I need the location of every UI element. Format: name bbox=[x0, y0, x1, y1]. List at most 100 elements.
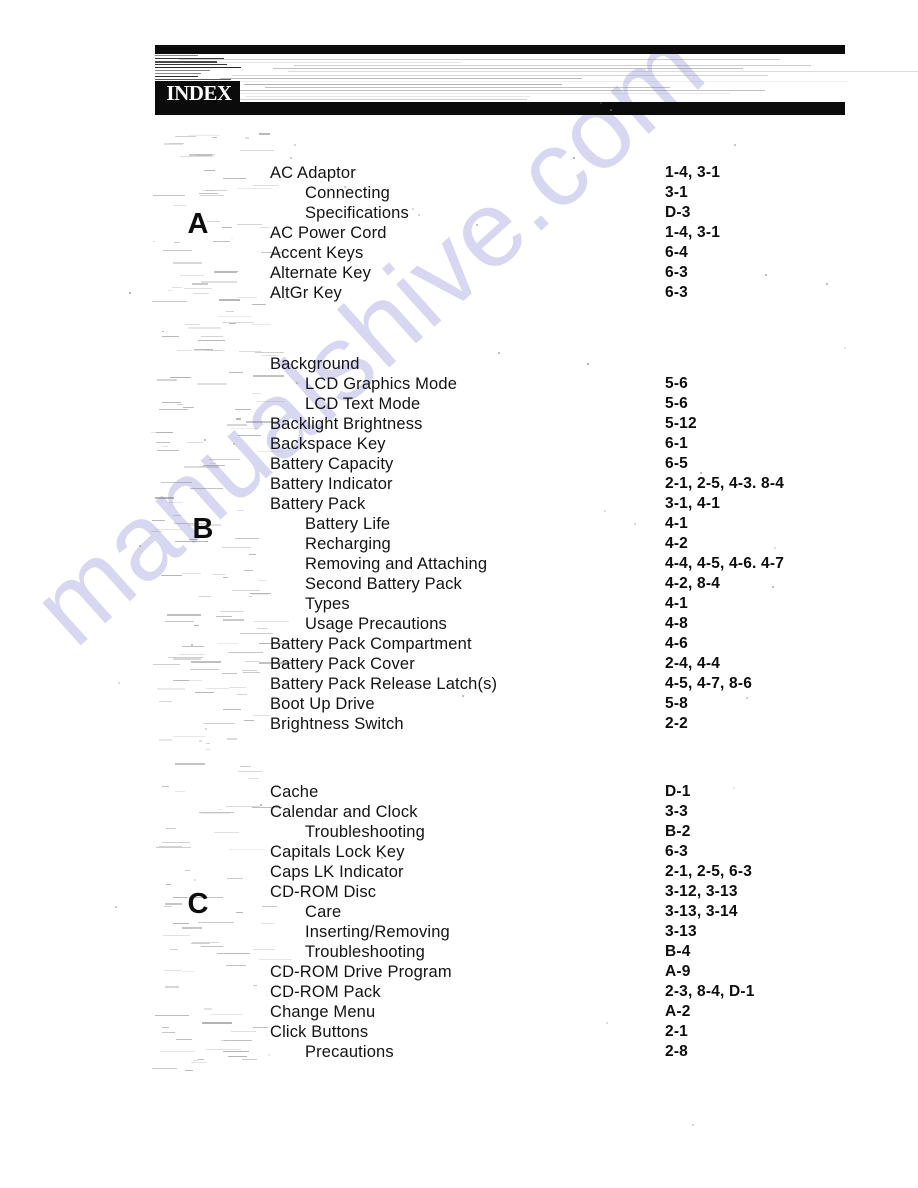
index-entry-term: Battery Pack bbox=[270, 495, 366, 513]
index-entry-term: AltGr Key bbox=[270, 284, 342, 302]
index-entry-term: Change Menu bbox=[270, 1003, 376, 1021]
index-entry-page-refs: 4-5, 4-7, 8-6 bbox=[665, 675, 753, 692]
index-entry-page-refs: 2-1, 2-5, 4-3. 8-4 bbox=[665, 475, 785, 492]
index-entry[interactable]: Battery Pack Cover 2-4, 4-4 bbox=[0, 654, 918, 674]
index-entry[interactable]: Capitals Lock Key 6-3 bbox=[0, 842, 918, 862]
index-entry-term: Battery Pack Cover bbox=[270, 655, 415, 673]
index-entry[interactable]: CD-ROM Drive Program A-9 bbox=[0, 962, 918, 982]
index-entry-page-refs: 3-13 bbox=[665, 923, 697, 940]
index-entry[interactable]: Boot Up Drive 5-8 bbox=[0, 694, 918, 714]
index-entry-page-refs: 2-1 bbox=[665, 1023, 689, 1040]
index-entry-term: Care bbox=[305, 903, 342, 921]
index-entry[interactable]: AltGr Key 6-3 bbox=[0, 283, 918, 303]
index-entry[interactable]: Care 3-13, 3-14 bbox=[0, 902, 918, 922]
index-entry-page-refs: 2-2 bbox=[665, 715, 689, 732]
index-entry[interactable]: Battery Pack Compartment 4-6 bbox=[0, 634, 918, 654]
index-entry-page-refs: 5-6 bbox=[665, 395, 689, 412]
index-entry[interactable]: Specifications D-3 bbox=[0, 203, 918, 223]
index-entry[interactable]: Battery Pack 3-1, 4-1 bbox=[0, 494, 918, 514]
index-entry[interactable]: Troubleshooting B-4 bbox=[0, 942, 918, 962]
index-entry[interactable]: Connecting 3-1 bbox=[0, 183, 918, 203]
index-entry-term: Capitals Lock Key bbox=[270, 843, 405, 861]
index-entry[interactable]: LCD Graphics Mode 5-6 bbox=[0, 374, 918, 394]
index-entry-term: Boot Up Drive bbox=[270, 695, 375, 713]
index-entry-page-refs: 5-6 bbox=[665, 375, 689, 392]
index-entry-term: Usage Precautions bbox=[305, 615, 447, 633]
index-entry-page-refs: 2-1, 2-5, 6-3 bbox=[665, 863, 753, 880]
index-entry[interactable]: Inserting/Removing 3-13 bbox=[0, 922, 918, 942]
index-entry-term: Background bbox=[270, 355, 360, 373]
index-entry[interactable]: CD-ROM Disc 3-12, 3-13 bbox=[0, 882, 918, 902]
index-entry[interactable]: Calendar and Clock 3-3 bbox=[0, 802, 918, 822]
index-entry-term: Troubleshooting bbox=[305, 943, 425, 961]
index-entry[interactable]: Troubleshooting B-2 bbox=[0, 822, 918, 842]
index-entry-term: Battery Life bbox=[305, 515, 391, 533]
index-entry-page-refs: D-1 bbox=[665, 783, 691, 800]
index-entry[interactable]: Usage Precautions 4-8 bbox=[0, 614, 918, 634]
index-entry-term: Inserting/Removing bbox=[305, 923, 450, 941]
index-entry[interactable]: Backlight Brightness 5-12 bbox=[0, 414, 918, 434]
index-entry-page-refs: 4-8 bbox=[665, 615, 689, 632]
index-entry-term: Alternate Key bbox=[270, 264, 372, 282]
index-entry-term: Calendar and Clock bbox=[270, 803, 418, 821]
index-entry-term: Connecting bbox=[305, 184, 390, 202]
index-entry[interactable]: Removing and Attaching 4-4, 4-5, 4-6. 4-7 bbox=[0, 554, 918, 574]
index-entry[interactable]: Precautions 2-8 bbox=[0, 1042, 918, 1062]
header-rule-bottom bbox=[155, 102, 845, 115]
index-entry-term: Battery Capacity bbox=[270, 455, 394, 473]
index-entry[interactable]: AC Adaptor 1-4, 3-1 bbox=[0, 163, 918, 183]
index-entry[interactable]: Caps LK Indicator 2-1, 2-5, 6-3 bbox=[0, 862, 918, 882]
index-entry[interactable]: AC Power Cord 1-4, 3-1 bbox=[0, 223, 918, 243]
scanned-index-page: manualshive.com INDEX A AC Adaptor 1-4, 3-… bbox=[0, 0, 918, 1188]
ink-streak-artifacts bbox=[155, 55, 245, 83]
index-entry-page-refs: A-2 bbox=[665, 1003, 691, 1020]
index-entry-page-refs: 4-1 bbox=[665, 595, 689, 612]
index-entry-term: CD-ROM Disc bbox=[270, 883, 377, 901]
index-entry-page-refs: 6-3 bbox=[665, 843, 689, 860]
index-entry-term: Battery Indicator bbox=[270, 475, 393, 493]
index-entry[interactable]: Battery Pack Release Latch(s) 4-5, 4-7, 8… bbox=[0, 674, 918, 694]
index-entry[interactable]: Backspace Key 6-1 bbox=[0, 434, 918, 454]
index-entry-page-refs: 5-12 bbox=[665, 415, 697, 432]
index-entry[interactable]: Background bbox=[0, 354, 918, 374]
index-entry[interactable]: Change Menu A-2 bbox=[0, 1002, 918, 1022]
index-entry-term: LCD Text Mode bbox=[305, 395, 421, 413]
index-entry-page-refs: 3-3 bbox=[665, 803, 689, 820]
index-entry[interactable]: LCD Text Mode 5-6 bbox=[0, 394, 918, 414]
index-entry[interactable]: Battery Life 4-1 bbox=[0, 514, 918, 534]
index-entry[interactable]: Click Buttons 2-1 bbox=[0, 1022, 918, 1042]
index-entry-term: LCD Graphics Mode bbox=[305, 375, 458, 393]
index-entry-page-refs: 6-4 bbox=[665, 244, 689, 261]
index-entry-page-refs: 3-1 bbox=[665, 184, 689, 201]
index-entry-term: Second Battery Pack bbox=[305, 575, 462, 593]
header-scan-rules bbox=[155, 57, 918, 101]
index-entry-page-refs: 2-4, 4-4 bbox=[665, 655, 721, 672]
index-entry-term: Cache bbox=[270, 783, 319, 801]
index-entry-page-refs: 3-1, 4-1 bbox=[665, 495, 721, 512]
index-entry-page-refs: 5-8 bbox=[665, 695, 689, 712]
index-header-band: INDEX bbox=[155, 45, 918, 115]
index-entry[interactable]: Battery Indicator 2-1, 2-5, 4-3. 8-4 bbox=[0, 474, 918, 494]
index-entry-term: Specifications bbox=[305, 204, 409, 222]
index-entry-page-refs: 2-3, 8-4, D-1 bbox=[665, 983, 755, 1000]
index-entry-term: CD-ROM Drive Program bbox=[270, 963, 452, 981]
index-entry-term: CD-ROM Pack bbox=[270, 983, 381, 1001]
index-entry[interactable]: Second Battery Pack 4-2, 8-4 bbox=[0, 574, 918, 594]
index-entry[interactable]: Battery Capacity 6-5 bbox=[0, 454, 918, 474]
index-entry-page-refs: 4-4, 4-5, 4-6. 4-7 bbox=[665, 555, 785, 572]
index-entry-term: Caps LK Indicator bbox=[270, 863, 404, 881]
index-entry-term: Recharging bbox=[305, 535, 391, 553]
index-entry[interactable]: Accent Keys 6-4 bbox=[0, 243, 918, 263]
index-entry-term: Brightness Switch bbox=[270, 715, 404, 733]
page-title: INDEX bbox=[166, 81, 232, 105]
index-entry[interactable]: Cache D-1 bbox=[0, 782, 918, 802]
index-entry-page-refs: D-3 bbox=[665, 204, 691, 221]
index-entry[interactable]: Recharging 4-2 bbox=[0, 534, 918, 554]
index-entry-page-refs: A-9 bbox=[665, 963, 691, 980]
index-entry-term: Backlight Brightness bbox=[270, 415, 423, 433]
index-entry[interactable]: Types 4-1 bbox=[0, 594, 918, 614]
index-entry[interactable]: Alternate Key 6-3 bbox=[0, 263, 918, 283]
index-entry-page-refs: 4-2, 8-4 bbox=[665, 575, 721, 592]
index-entry[interactable]: Brightness Switch 2-2 bbox=[0, 714, 918, 734]
index-entry[interactable]: CD-ROM Pack 2-3, 8-4, D-1 bbox=[0, 982, 918, 1002]
